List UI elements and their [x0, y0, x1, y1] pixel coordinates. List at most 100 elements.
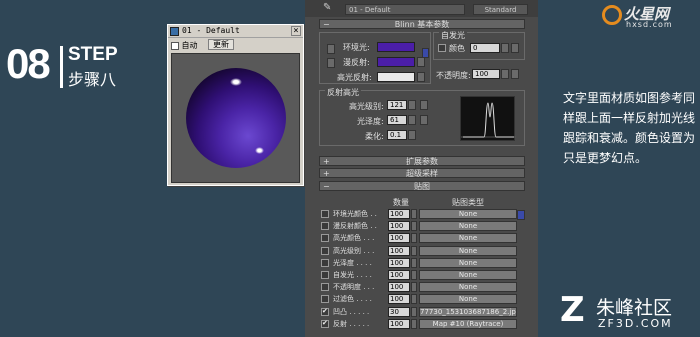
map-row: 光泽度 . . . . 100 None: [319, 257, 527, 269]
lock-icon[interactable]: [327, 44, 335, 54]
spinner-icon[interactable]: [411, 270, 417, 280]
opacity-value[interactable]: 100: [472, 69, 500, 79]
glossiness-value[interactable]: 61: [387, 115, 407, 125]
map-amount-input[interactable]: 100: [388, 209, 410, 219]
auto-checkbox[interactable]: [171, 41, 179, 50]
ambient-label: 环境光:: [343, 43, 370, 52]
map-amount-input[interactable]: 100: [388, 270, 410, 280]
site-logo-url: hxsd.com: [626, 20, 673, 29]
material-name-dropdown[interactable]: 01 - Default: [345, 4, 465, 15]
rollout-extended[interactable]: + 扩展参数: [319, 156, 525, 166]
material-preview-viewport: [171, 53, 300, 183]
map-enable-checkbox[interactable]: [321, 234, 329, 243]
glossiness-map-button[interactable]: [420, 115, 428, 125]
map-amount-input[interactable]: 100: [388, 294, 410, 305]
map-amount-input[interactable]: 100: [388, 318, 410, 329]
map-amount-input[interactable]: 100: [388, 233, 410, 244]
map-enable-checkbox[interactable]: [321, 222, 329, 231]
map-row: 过滤色 . . . . 100 None: [319, 294, 527, 305]
map-enable-checkbox[interactable]: [321, 319, 329, 328]
spinner-icon[interactable]: [411, 245, 417, 256]
map-slot-button[interactable]: None: [419, 270, 517, 280]
lock-icon[interactable]: [327, 58, 335, 68]
map-slot-button[interactable]: None: [419, 221, 517, 232]
soften-value[interactable]: 0.1: [387, 130, 407, 140]
eyedropper-icon[interactable]: ✎: [323, 2, 331, 13]
map-row: 漫反射颜色 . . 100 None: [319, 221, 527, 232]
material-type-button[interactable]: Standard: [473, 4, 528, 15]
spinner-icon[interactable]: [411, 282, 417, 293]
spinner-icon[interactable]: [411, 209, 417, 219]
map-amount-input[interactable]: 100: [388, 245, 410, 256]
map-enable-checkbox[interactable]: [321, 307, 329, 316]
maps-type-header: 贴图类型: [452, 198, 484, 207]
spec-level-map-button[interactable]: [420, 100, 428, 110]
map-amount-input[interactable]: 100: [388, 221, 410, 232]
map-slot-button[interactable]: None: [419, 245, 517, 256]
spinner-icon[interactable]: [501, 43, 509, 53]
diffuse-map-button[interactable]: [417, 57, 425, 67]
map-enable-checkbox[interactable]: [321, 258, 329, 267]
map-channel-name: 自发光 . . . .: [333, 271, 372, 279]
self-illum-color-checkbox[interactable]: [438, 44, 446, 52]
map-enable-checkbox[interactable]: [321, 210, 329, 218]
map-amount-input[interactable]: 100: [388, 282, 410, 293]
spinner-icon[interactable]: [501, 69, 509, 79]
spinner-icon[interactable]: [408, 100, 416, 110]
material-editor-toolbar: ✎ 01 - Default Standard: [305, 0, 538, 17]
logo-icon: [602, 5, 622, 25]
map-row: 不透明度 . . . 100 None: [319, 282, 527, 293]
map-channel-name: 凹凸 . . . . .: [333, 307, 370, 316]
link-icon[interactable]: [422, 48, 429, 58]
opacity-map-button[interactable]: [511, 69, 519, 79]
rollout-supersampling[interactable]: + 超级采样: [319, 168, 525, 178]
material-window-titlebar[interactable]: 01 - Default ×: [168, 25, 303, 38]
glossiness-label: 光泽度:: [357, 117, 384, 126]
specular-label: 高光反射:: [337, 73, 372, 82]
diffuse-label: 漫反射:: [343, 58, 370, 67]
spinner-icon[interactable]: [408, 115, 416, 125]
spinner-icon[interactable]: [411, 233, 417, 244]
rollout-maps[interactable]: − 贴图: [319, 181, 525, 191]
rollout-title: Blinn 基本参数: [394, 20, 450, 29]
ambient-color-swatch[interactable]: [377, 42, 415, 52]
specular-color-swatch[interactable]: [377, 72, 415, 82]
rollout-blinn-basic[interactable]: − Blinn 基本参数: [319, 19, 525, 29]
opacity-label: 不透明度:: [436, 71, 471, 80]
map-enable-checkbox[interactable]: [321, 271, 329, 279]
map-slot-button[interactable]: None: [419, 257, 517, 268]
spinner-icon[interactable]: [411, 221, 417, 232]
material-editor-panel: ✎ 01 - Default Standard − Blinn 基本参数 环境光…: [305, 0, 538, 337]
collapse-icon: −: [323, 20, 330, 29]
spinner-icon[interactable]: [408, 130, 416, 140]
specular-map-button[interactable]: [417, 72, 425, 82]
map-row: 高光级别 . . . 100 None: [319, 245, 527, 257]
map-channel-name: 光泽度 . . . .: [333, 258, 372, 267]
map-enable-checkbox[interactable]: [321, 295, 329, 304]
spinner-icon[interactable]: [411, 318, 417, 329]
map-slot-button[interactable]: None: [419, 294, 517, 305]
spec-level-label: 高光级别:: [349, 102, 384, 111]
soften-label: 柔化:: [365, 132, 384, 141]
spinner-icon[interactable]: [411, 257, 417, 268]
update-button[interactable]: 更新: [208, 39, 234, 50]
spinner-icon[interactable]: [411, 306, 417, 317]
map-amount-input[interactable]: 30: [388, 306, 410, 317]
spinner-icon[interactable]: [411, 294, 417, 305]
map-slot-button[interactable]: None: [419, 282, 517, 293]
map-enable-checkbox[interactable]: [321, 283, 329, 292]
map-slot-button[interactable]: None: [419, 209, 517, 219]
community-logo-name: 朱峰社区: [596, 297, 673, 319]
map-amount-input[interactable]: 100: [388, 257, 410, 268]
self-illum-value[interactable]: 0: [470, 43, 500, 53]
map-slot-button[interactable]: 77730_153103687186_2.jpg): [419, 306, 517, 317]
self-illum-map-button[interactable]: [511, 43, 519, 53]
rollout-title: 贴图: [414, 182, 430, 191]
map-slot-button[interactable]: Map #10 (Raytrace): [419, 318, 517, 329]
spec-level-value[interactable]: 121: [387, 100, 407, 110]
map-slot-button[interactable]: None: [419, 233, 517, 244]
map-enable-checkbox[interactable]: [321, 246, 329, 255]
diffuse-color-swatch[interactable]: [377, 57, 415, 67]
map-row: 凹凸 . . . . . 30 77730_153103687186_2.jpg): [319, 306, 527, 318]
close-icon[interactable]: ×: [291, 26, 301, 36]
